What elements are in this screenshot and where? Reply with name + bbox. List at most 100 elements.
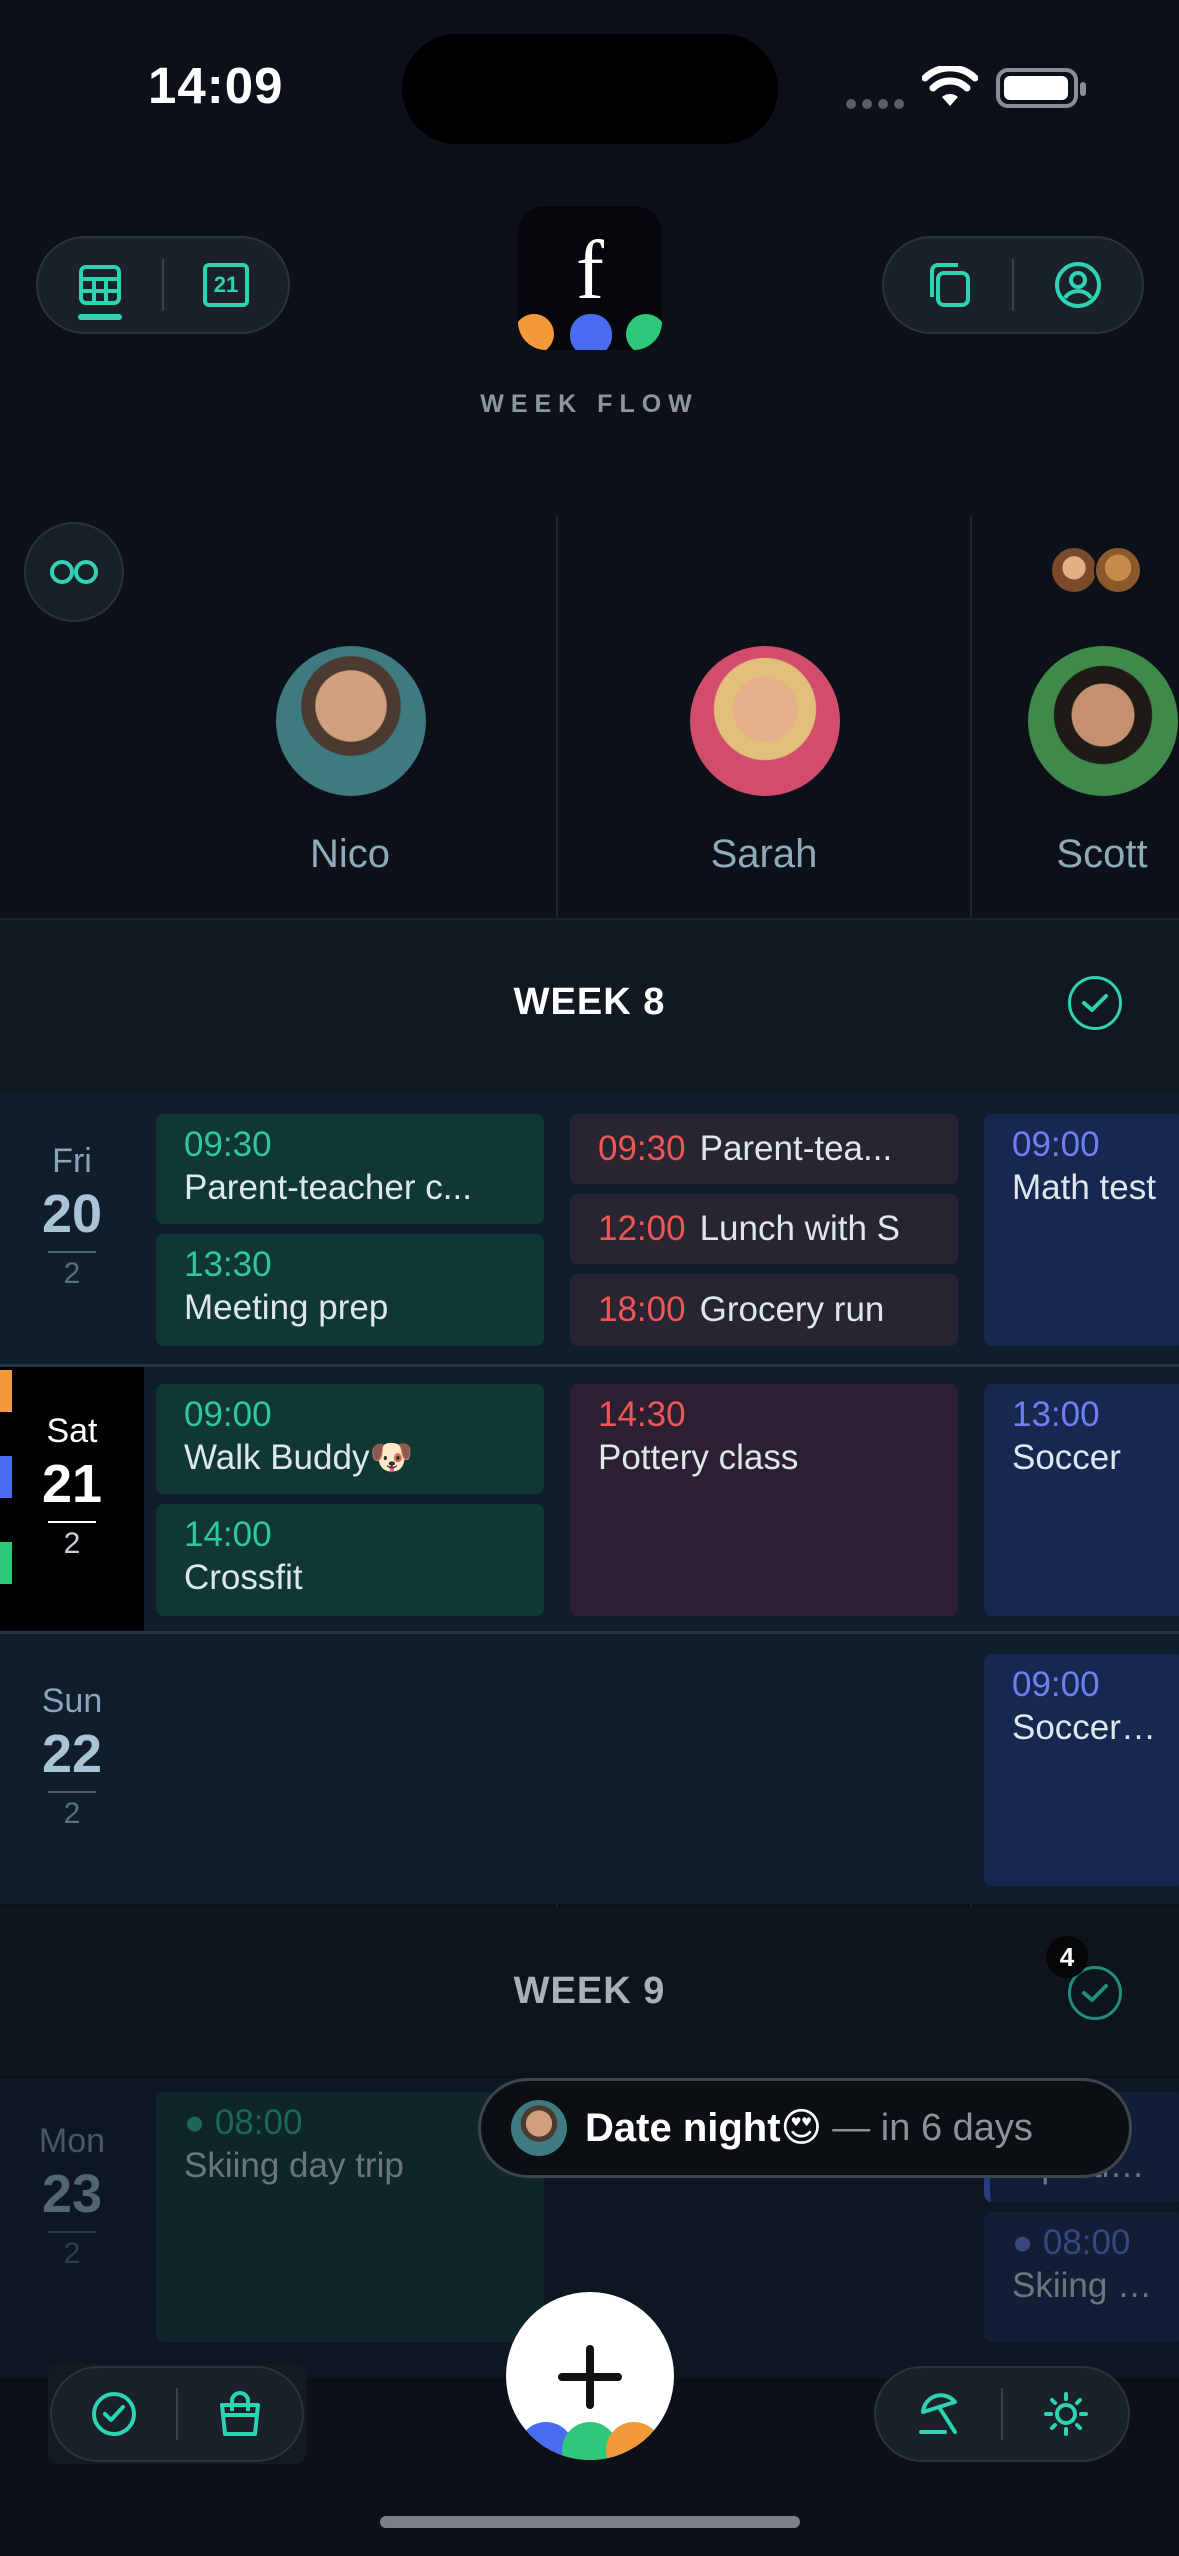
avatar-small[interactable] bbox=[1050, 546, 1098, 594]
link-button[interactable] bbox=[24, 522, 124, 622]
check-icon bbox=[1082, 1984, 1108, 2002]
bottom-right-actions bbox=[874, 2366, 1130, 2462]
battery-icon bbox=[996, 68, 1086, 108]
event-card[interactable]: 13:00 Soccer bbox=[984, 1384, 1179, 1616]
divider bbox=[48, 2231, 96, 2233]
profile-icon bbox=[1055, 262, 1101, 308]
event-time: 13:30 bbox=[184, 1245, 272, 1284]
event-title: Crossfit bbox=[184, 1558, 303, 1597]
week-number: 2 bbox=[63, 1797, 81, 1830]
event-time: 08:00 bbox=[214, 2103, 303, 2142]
event-card[interactable]: 09:30 Parent-teacher c... bbox=[156, 1114, 544, 1224]
day-of-week: Sat bbox=[46, 1412, 98, 1450]
day-number: 22 bbox=[41, 1724, 103, 1784]
event-card[interactable]: 09:30 Parent-tea... bbox=[570, 1114, 958, 1184]
upcoming-event-toast[interactable]: Date night😍 — in 6 days bbox=[478, 2078, 1132, 2178]
grid-view-button[interactable] bbox=[38, 238, 162, 332]
day-view-button[interactable]: 21 bbox=[164, 238, 288, 332]
day-of-week: Fri bbox=[52, 1142, 92, 1180]
avatar-scott[interactable] bbox=[1028, 646, 1178, 796]
event-card[interactable]: 13:30 Meeting prep bbox=[156, 1234, 544, 1346]
grid-icon bbox=[79, 265, 121, 305]
divider bbox=[48, 1251, 96, 1253]
week-check-button[interactable] bbox=[1068, 976, 1122, 1030]
event-card[interactable]: 09:00 Walk Buddy🐶 bbox=[156, 1384, 544, 1494]
notification-badge: 4 bbox=[1046, 1936, 1088, 1978]
day-label: Sat 21 2 bbox=[0, 1412, 144, 1561]
view-toggle: 21 bbox=[36, 236, 290, 334]
location-pin-icon: ● bbox=[1012, 2223, 1034, 2262]
location-pin-icon: ● bbox=[184, 2103, 206, 2142]
event-card[interactable]: 09:00 Soccer ga bbox=[984, 1654, 1179, 1886]
plus-icon bbox=[586, 2345, 594, 2409]
event-title: Grocery run bbox=[699, 1290, 885, 1329]
toast-subtitle: — in 6 days bbox=[832, 2106, 1033, 2149]
event-card[interactable]: 18:00 Grocery run bbox=[570, 1274, 958, 1346]
theme-button[interactable] bbox=[1003, 2368, 1128, 2460]
calendar-badge: 21 bbox=[213, 272, 239, 297]
logo-dot bbox=[570, 314, 612, 350]
bag-icon bbox=[220, 2391, 260, 2436]
event-title: Soccer bbox=[1012, 1438, 1121, 1477]
app-logo: f bbox=[518, 206, 662, 350]
event-time: 09:30 bbox=[184, 1125, 272, 1164]
day-of-week: Mon bbox=[38, 2122, 106, 2160]
event-time: 12:00 bbox=[598, 1209, 686, 1248]
event-time: 09:30 bbox=[598, 1129, 686, 1168]
app-name: WEEK FLOW bbox=[480, 390, 699, 418]
week-title: WEEK 8 bbox=[513, 981, 666, 1023]
event-title: Soccer ga bbox=[1012, 1708, 1156, 1747]
event-title: Math test bbox=[1012, 1168, 1156, 1207]
status-time: 14:09 bbox=[148, 57, 284, 114]
home-indicator[interactable] bbox=[380, 2516, 800, 2528]
link-icon bbox=[50, 560, 98, 584]
check-icon bbox=[1082, 994, 1108, 1012]
day-number: 21 bbox=[41, 1454, 103, 1514]
avatar-sarah[interactable] bbox=[690, 646, 840, 796]
bottom-left-actions bbox=[50, 2366, 304, 2462]
check-circle-icon bbox=[92, 2392, 136, 2436]
logo-dot bbox=[626, 314, 662, 350]
event-card[interactable]: 14:00 Crossfit bbox=[156, 1504, 544, 1616]
copy-button[interactable] bbox=[884, 238, 1012, 332]
tasks-button[interactable] bbox=[52, 2368, 176, 2460]
calendar-icon: 21 bbox=[203, 263, 249, 307]
wifi-icon bbox=[921, 64, 979, 115]
shopping-button[interactable] bbox=[178, 2368, 302, 2460]
color-marker bbox=[0, 1370, 12, 1412]
vacation-button[interactable] bbox=[876, 2368, 1001, 2460]
event-title: Lunch with S bbox=[699, 1209, 900, 1248]
fab-dot bbox=[606, 2422, 662, 2460]
event-time: 14:00 bbox=[184, 1515, 272, 1554]
event-title: Parent-teacher c... bbox=[184, 1168, 472, 1207]
event-card[interactable]: ● 08:00 Skiing day bbox=[984, 2212, 1179, 2342]
add-event-button[interactable] bbox=[506, 2292, 674, 2460]
event-time: 09:00 bbox=[1012, 1125, 1100, 1164]
day-number: 23 bbox=[41, 2164, 103, 2224]
event-card[interactable]: 14:30 Pottery class bbox=[570, 1384, 958, 1616]
signal-icon bbox=[846, 96, 910, 114]
day-of-week: Sun bbox=[41, 1682, 103, 1720]
day-number: 20 bbox=[41, 1184, 103, 1244]
event-time: 08:00 bbox=[1042, 2223, 1131, 2262]
avatar-nico[interactable] bbox=[276, 646, 426, 796]
event-time: 13:00 bbox=[1012, 1395, 1100, 1434]
week-number: 2 bbox=[63, 1257, 81, 1290]
umbrella-icon bbox=[918, 2393, 957, 2434]
avatar-pet[interactable] bbox=[1094, 546, 1142, 594]
person-name: Nico bbox=[309, 832, 391, 876]
person-name: Sarah bbox=[710, 832, 818, 876]
week-number: 2 bbox=[63, 2237, 81, 2270]
event-time: 14:30 bbox=[598, 1395, 686, 1434]
event-title: Meeting prep bbox=[184, 1288, 389, 1327]
event-title: Parent-tea... bbox=[699, 1129, 893, 1168]
event-card[interactable]: 09:00 Math test bbox=[984, 1114, 1179, 1346]
divider bbox=[48, 1791, 96, 1793]
event-time: 09:00 bbox=[184, 1395, 272, 1434]
profile-button[interactable] bbox=[1014, 238, 1142, 332]
logo-letter: f bbox=[576, 224, 604, 317]
active-indicator bbox=[78, 314, 122, 320]
event-time: 18:00 bbox=[598, 1290, 686, 1329]
event-card[interactable]: 12:00 Lunch with S bbox=[570, 1194, 958, 1264]
event-time: 09:00 bbox=[1012, 1665, 1100, 1704]
